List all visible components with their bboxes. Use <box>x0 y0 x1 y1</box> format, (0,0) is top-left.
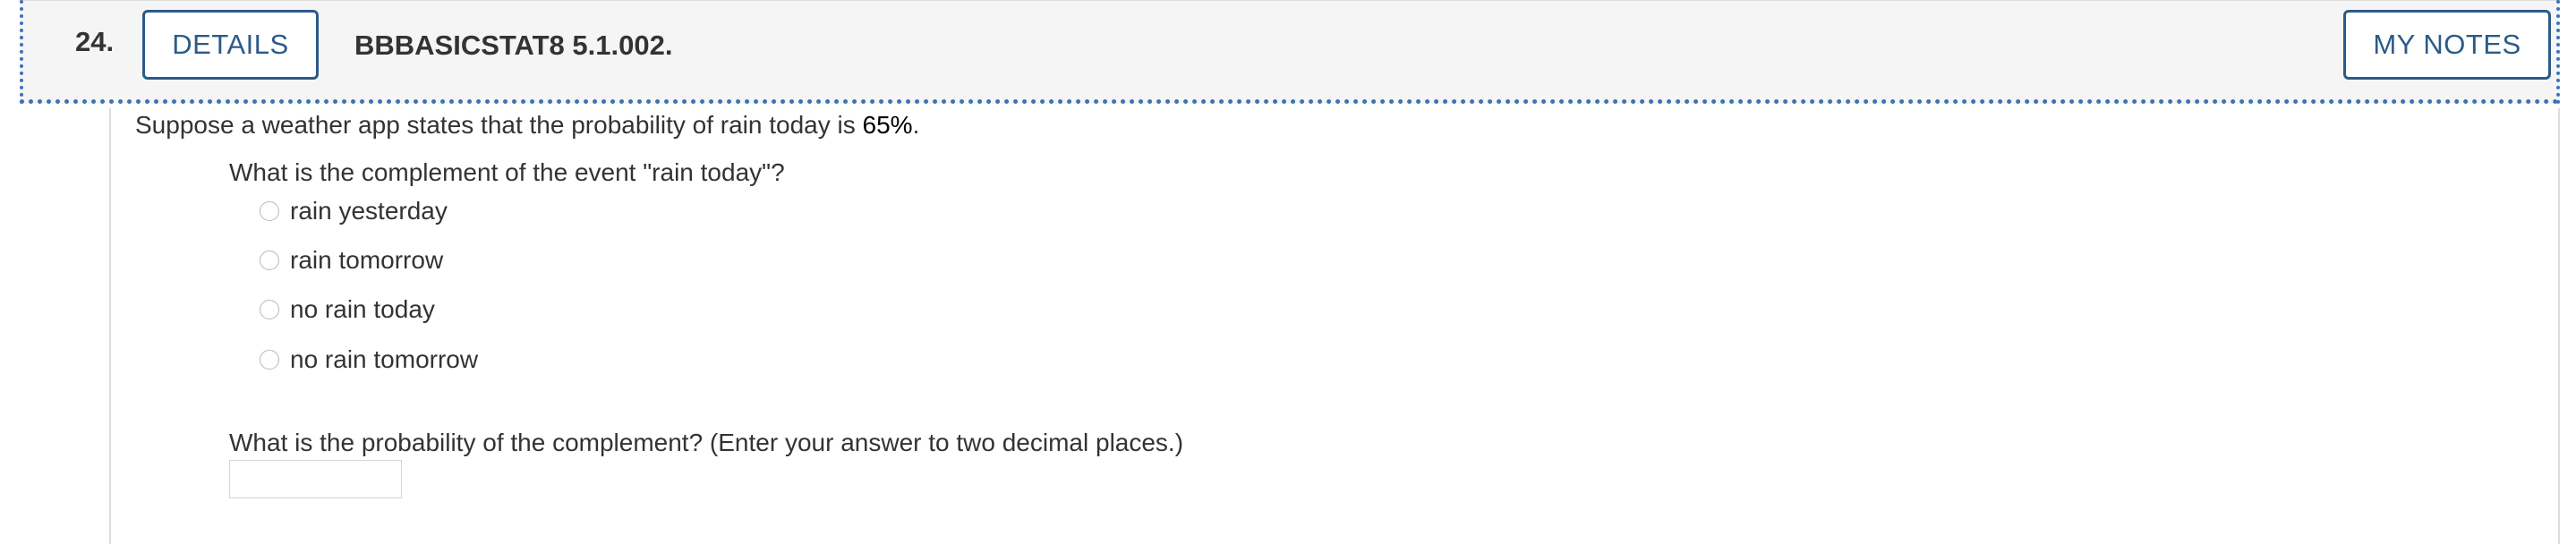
question-number: 24. <box>75 26 115 57</box>
details-button[interactable]: DETAILS <box>142 10 319 80</box>
stem-text-before: Suppose a weather app states that the pr… <box>135 111 863 139</box>
option-no-rain-today[interactable]: no rain today <box>260 294 435 325</box>
question-code: BBBASICSTAT8 5.1.002. <box>354 30 673 61</box>
option-label: rain yesterday <box>290 197 448 225</box>
radio-button[interactable] <box>260 251 279 270</box>
option-label: no rain today <box>290 295 435 323</box>
part2-prompt: What is the probability of the complemen… <box>229 429 1184 456</box>
option-label: no rain tomorrow <box>290 345 479 373</box>
option-rain-yesterday[interactable]: rain yesterday <box>260 196 448 226</box>
option-rain-tomorrow[interactable]: rain tomorrow <box>260 245 443 276</box>
question-header: 24. DETAILS BBBASICSTAT8 5.1.002. MY NOT… <box>20 0 2560 104</box>
question-stem: Suppose a weather app states that the pr… <box>135 111 919 140</box>
part1-prompt: What is the complement of the event "rai… <box>229 158 785 186</box>
radio-button[interactable] <box>260 350 279 370</box>
option-label: rain tomorrow <box>290 246 444 274</box>
radio-button[interactable] <box>260 201 279 221</box>
option-no-rain-tomorrow[interactable]: no rain tomorrow <box>260 344 478 375</box>
complement-probability-input[interactable] <box>229 460 402 498</box>
rain-probability: 65% <box>862 111 913 139</box>
radio-button[interactable] <box>260 300 279 319</box>
my-notes-button[interactable]: MY NOTES <box>2343 10 2551 80</box>
stem-text-after: . <box>912 111 920 139</box>
